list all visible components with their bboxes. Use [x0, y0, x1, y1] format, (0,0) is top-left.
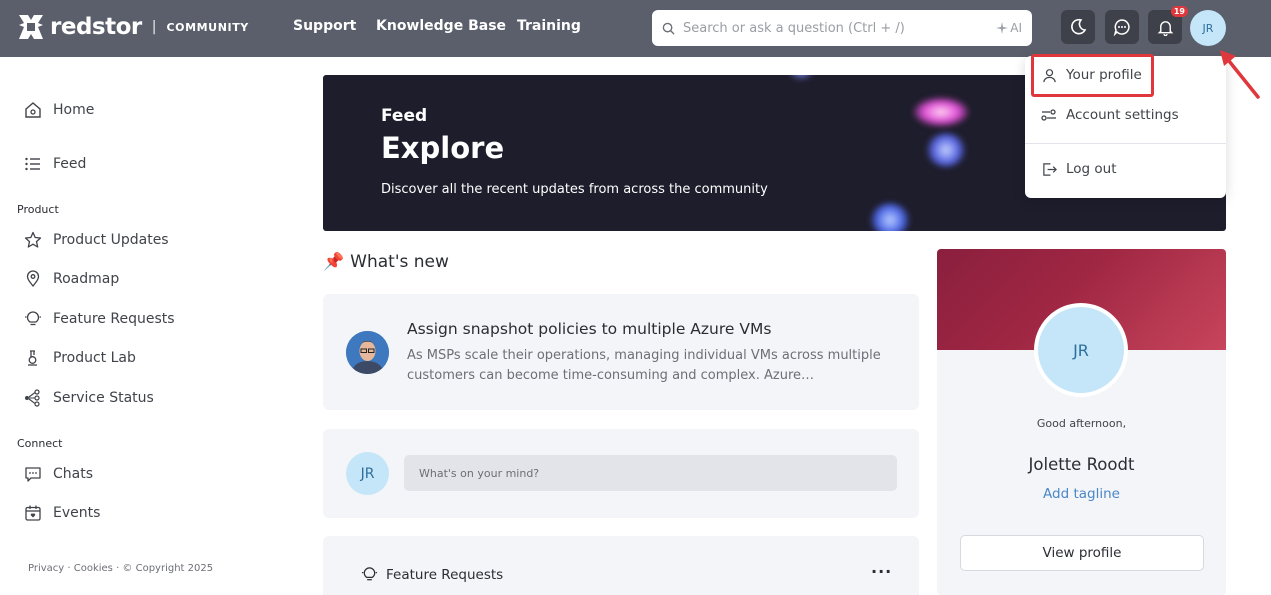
hero-glow — [913, 97, 969, 127]
hero-glow — [870, 203, 910, 231]
home-icon — [24, 101, 42, 119]
sidebar-item-label: Chats — [53, 466, 94, 482]
settings-toggle-icon — [1041, 107, 1057, 123]
footer-links[interactable]: Privacy · Cookies · © Copyright 2025 — [28, 563, 213, 574]
sidebar-item-chats[interactable]: Chats — [24, 465, 93, 483]
sidebar-item-service-status[interactable]: Service Status — [24, 389, 154, 407]
logout-icon — [1041, 161, 1057, 177]
search-bar[interactable]: AI — [652, 10, 1032, 46]
profile-name: Jolette Roodt — [1028, 455, 1135, 474]
lightbulb-icon — [24, 310, 42, 328]
menu-item-label: Account settings — [1066, 107, 1179, 123]
whats-new-title: What's new — [350, 252, 449, 272]
dark-mode-button[interactable] — [1061, 10, 1095, 44]
menu-item-account-settings[interactable]: Account settings — [1041, 107, 1179, 123]
notification-badge: 19 — [1170, 6, 1188, 17]
sidebar-item-label: Service Status — [53, 390, 154, 406]
sidebar-item-product-lab[interactable]: Product Lab — [24, 349, 136, 367]
composer-avatar: JR — [346, 452, 389, 495]
map-pin-icon — [24, 270, 42, 288]
flask-icon — [24, 349, 42, 367]
sidebar-section-product: Product — [17, 203, 59, 216]
logo-subtitle: COMMUNITY — [166, 20, 249, 34]
more-options-button[interactable]: ··· — [871, 562, 892, 581]
menu-item-label: Log out — [1066, 161, 1117, 177]
greeting: Good afternoon, — [1036, 417, 1127, 430]
logo[interactable]: redstor | COMMUNITY — [16, 12, 249, 42]
post-excerpt: As MSPs scale their operations, managing… — [407, 348, 881, 383]
sidebar-item-product-updates[interactable]: Product Updates — [24, 231, 169, 249]
add-tagline-link[interactable]: Add tagline — [937, 486, 1226, 502]
sidebar-item-roadmap[interactable]: Roadmap — [24, 270, 119, 288]
hero-glow — [926, 133, 966, 167]
sidebar-item-label: Feature Requests — [53, 311, 175, 327]
sidebar-item-label: Product Lab — [53, 350, 136, 366]
calendar-icon — [24, 504, 42, 522]
nodes-icon — [24, 389, 42, 407]
author-avatar — [346, 331, 389, 374]
nav-knowledge-base[interactable]: Knowledge Base — [376, 18, 506, 34]
logo-text: redstor — [50, 14, 142, 40]
hero-kicker: Feed — [381, 106, 428, 126]
sidebar-item-label: Roadmap — [53, 271, 120, 287]
chat-button[interactable] — [1105, 10, 1139, 44]
search-icon — [662, 22, 675, 35]
sidebar-item-label: Feed — [53, 156, 87, 172]
sidebar-item-label: Product Updates — [53, 232, 169, 248]
chat-icon — [24, 465, 42, 483]
whats-new-post-card[interactable]: Assign snapshot policies to multiple Azu… — [323, 294, 919, 410]
sidebar-item-feed[interactable]: Feed — [24, 155, 86, 173]
annotation-arrow-icon — [1220, 50, 1260, 99]
annotation-highlight-box — [1031, 54, 1154, 97]
view-profile-button[interactable]: View profile — [960, 535, 1204, 571]
bell-icon — [1157, 20, 1173, 36]
composer-input[interactable] — [404, 455, 897, 491]
post-title[interactable]: Assign snapshot policies to multiple Azu… — [407, 320, 771, 338]
sidebar-section-connect: Connect — [17, 437, 63, 450]
feature-requests-label: Feature Requests — [386, 566, 504, 583]
nav-training[interactable]: Training — [517, 18, 581, 34]
sidebar-item-feature-requests[interactable]: Feature Requests — [24, 310, 175, 328]
redstor-logo-icon — [19, 15, 43, 39]
menu-item-log-out[interactable]: Log out — [1041, 161, 1117, 177]
list-icon — [24, 155, 42, 173]
hero-title: Explore — [381, 131, 505, 165]
star-icon — [24, 231, 42, 249]
logo-separator: | — [151, 19, 157, 35]
sidebar-item-label: Home — [53, 102, 95, 118]
profile-avatar[interactable]: JR — [1034, 303, 1128, 397]
notifications-button[interactable]: 19 — [1148, 6, 1188, 44]
search-input[interactable] — [683, 20, 997, 36]
top-bar: redstor | COMMUNITY Support Knowledge Ba… — [0, 0, 1271, 57]
sparkle-icon — [996, 22, 1009, 34]
sidebar-item-label: Events — [53, 505, 101, 521]
feature-requests-heading: Feature Requests — [361, 566, 503, 583]
whats-new-heading: 📌 What's new — [323, 252, 449, 272]
nav-support[interactable]: Support — [293, 18, 356, 34]
hero-description: Discover all the recent updates from acr… — [381, 182, 768, 197]
ai-search-button[interactable]: AI — [996, 21, 1022, 35]
lightbulb-icon — [361, 567, 378, 581]
hero-glow — [786, 75, 816, 79]
ai-label: AI — [1010, 21, 1022, 35]
feature-requests-widget: Feature Requests ··· — [323, 536, 919, 595]
pushpin-icon: 📌 — [323, 252, 345, 272]
user-avatar-button[interactable]: JR — [1190, 10, 1226, 46]
sidebar-item-events[interactable]: Events — [24, 504, 100, 522]
profile-card: JR Good afternoon, Jolette Roodt Add tag… — [937, 249, 1226, 595]
moon-icon — [1071, 18, 1087, 35]
sidebar-item-home[interactable]: Home — [24, 101, 94, 119]
post-composer: JR — [323, 429, 919, 518]
chat-bubble-icon — [1113, 19, 1130, 36]
menu-divider — [1025, 143, 1226, 144]
